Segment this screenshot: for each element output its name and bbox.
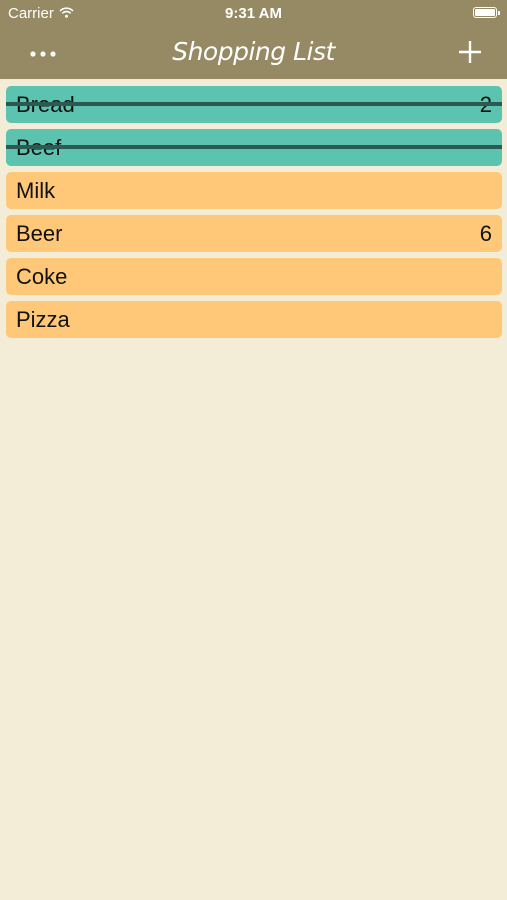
list-item[interactable]: Beef: [6, 129, 502, 166]
battery-icon: [473, 7, 500, 18]
item-quantity: 6: [479, 221, 492, 246]
navigation-bar: Shopping List: [0, 28, 507, 79]
status-time: 9:31 AM: [225, 5, 282, 22]
item-name: Milk: [16, 178, 56, 203]
item-name: Pizza: [16, 307, 70, 332]
page-title: Shopping List: [172, 37, 335, 66]
list-item[interactable]: Milk: [6, 172, 502, 209]
item-name: Beer: [16, 221, 63, 246]
strikethrough-line: [6, 145, 502, 149]
list-item[interactable]: Coke: [6, 258, 502, 295]
list-item[interactable]: Beer 6: [6, 215, 502, 252]
shopping-list: Bread 2 Beef Milk Beer 6 Coke Pizza: [6, 86, 502, 344]
list-item[interactable]: Pizza: [6, 301, 502, 338]
item-name: Coke: [16, 264, 68, 289]
add-item-button[interactable]: [455, 37, 485, 67]
plus-icon: [459, 41, 481, 63]
status-bar: Carrier 9:31 AM: [0, 0, 507, 28]
list-item[interactable]: Bread 2: [6, 86, 502, 123]
strikethrough-line: [6, 102, 502, 106]
